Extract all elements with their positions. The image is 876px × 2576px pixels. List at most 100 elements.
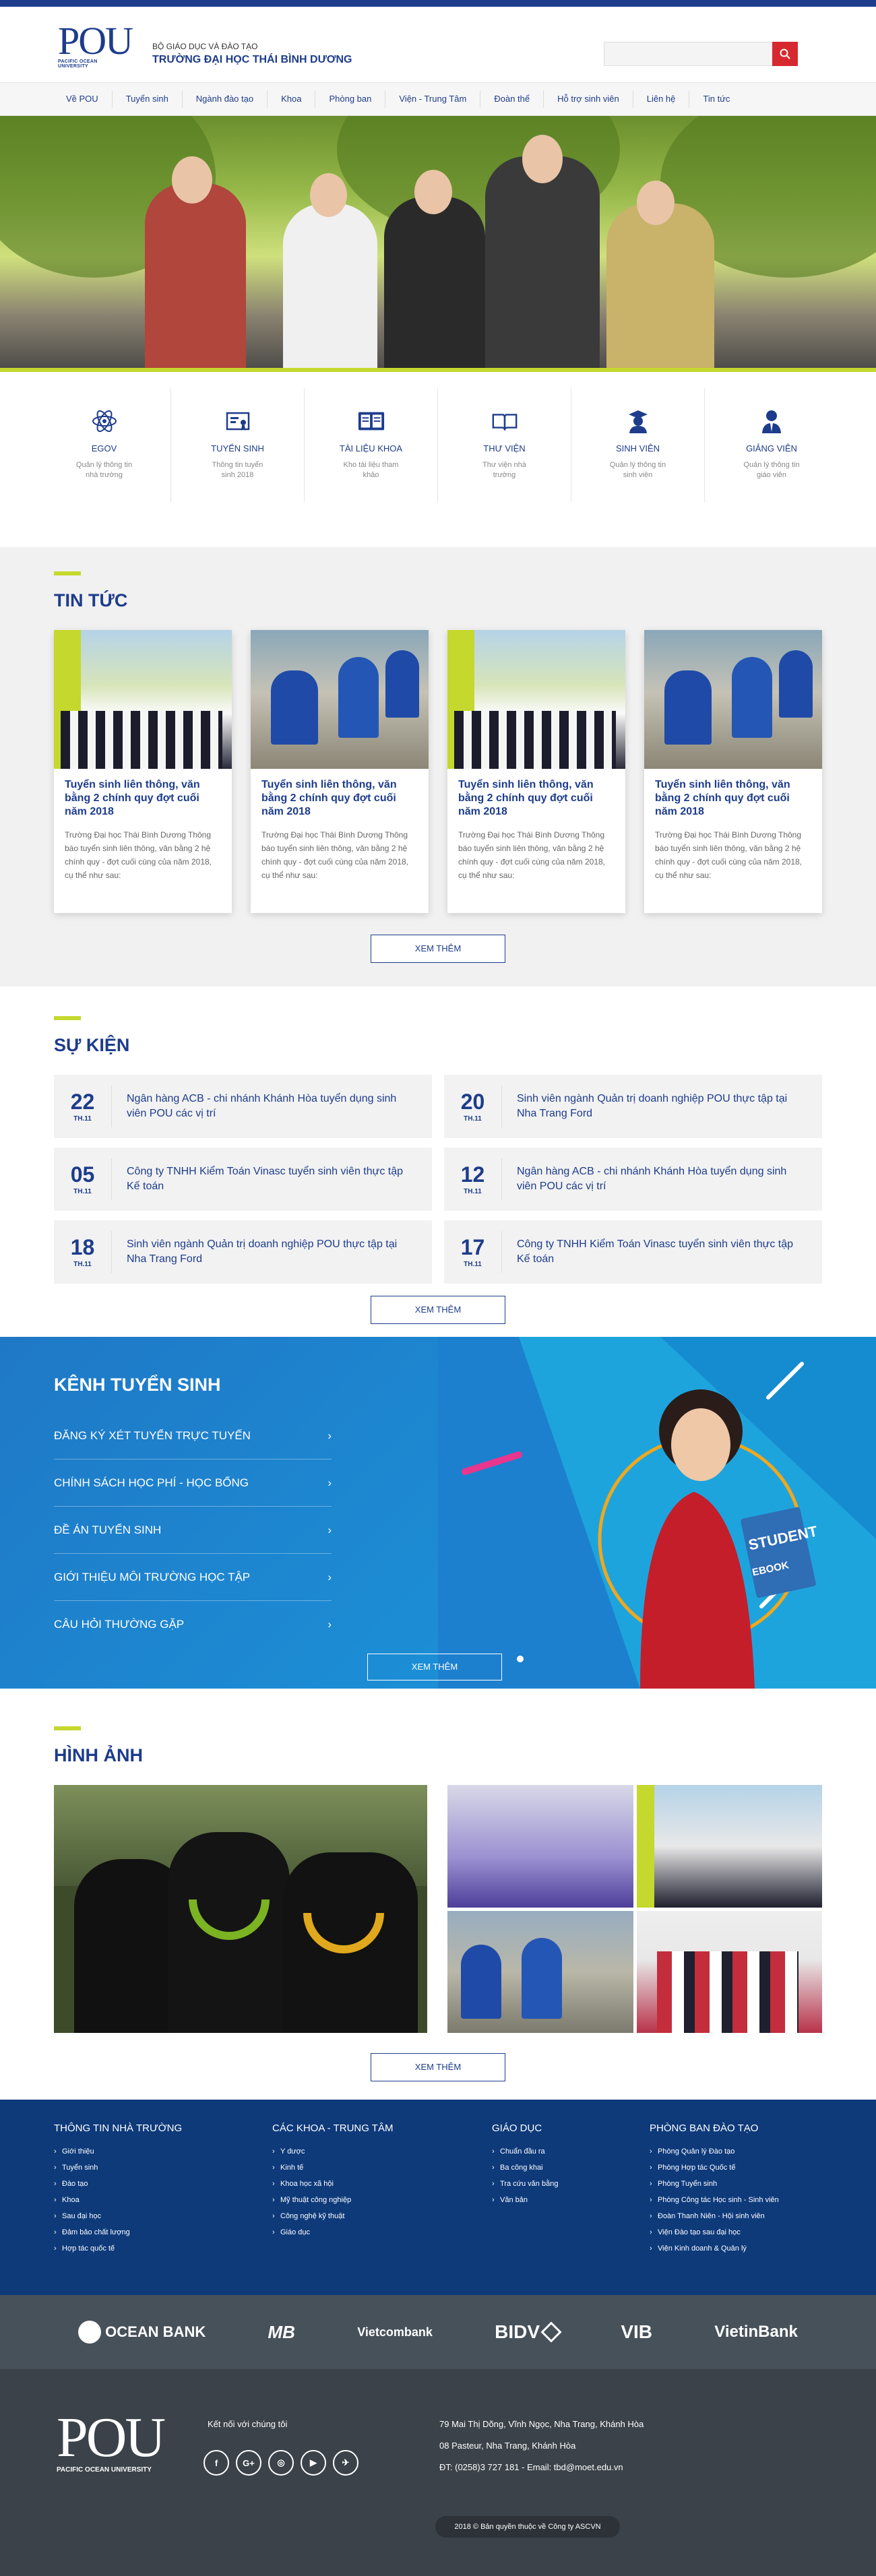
- footer-link[interactable]: Đoàn Thanh Niên - Hội sinh viên: [650, 2208, 845, 2224]
- footer-link[interactable]: Giáo dục: [272, 2224, 492, 2240]
- footer-link[interactable]: Kinh tế: [272, 2160, 492, 2176]
- gallery-image-main[interactable]: [54, 1785, 427, 2033]
- hero-banner: [0, 116, 876, 372]
- events-more-button[interactable]: XEM THÊM: [371, 1296, 505, 1324]
- partner-vietinbank[interactable]: VietinBank: [714, 2323, 798, 2342]
- bank-name: BIDV: [495, 2321, 540, 2342]
- service-tai-lieu-khoa[interactable]: TÀI LIỆU KHOA Kho tài liệu tham khảo: [305, 388, 438, 503]
- footer-link[interactable]: Khoa: [54, 2192, 272, 2208]
- nav-nganh-dao-tao[interactable]: Ngành đào tạo: [183, 82, 267, 116]
- event-title[interactable]: Công ty TNHH Kiểm Toán Vinasc tuyển sinh…: [112, 1164, 432, 1194]
- news-title[interactable]: Tuyển sinh liên thông, văn bằng 2 chính …: [447, 769, 625, 819]
- search-input[interactable]: [604, 42, 773, 65]
- footer-col-faculties: CÁC KHOA - TRUNG TÂM Y dược Kinh tế Khoa…: [272, 2123, 492, 2257]
- nav-vien-trung-tam[interactable]: Viện - Trung Tâm: [385, 82, 480, 116]
- event-item[interactable]: 05 TH.11 Công ty TNHH Kiểm Toán Vinasc tuy…: [54, 1148, 432, 1211]
- news-card[interactable]: Tuyển sinh liên thông, văn bằng 2 chính …: [644, 630, 822, 913]
- admission-more-button[interactable]: XEM THÊM: [367, 1654, 502, 1680]
- service-thu-vien[interactable]: THƯ VIỆN Thư viện nhà trường: [438, 388, 571, 503]
- footer-link[interactable]: Y dược: [272, 2143, 492, 2160]
- admission-link[interactable]: Chính sách học phí - học bổng ›: [54, 1459, 332, 1507]
- admission-link[interactable]: Câu hỏi thường gặp ›: [54, 1601, 332, 1648]
- service-giang-vien[interactable]: GIẢNG VIÊN Quản lý thông tin giáo viên: [705, 388, 838, 503]
- footer-link[interactable]: Tuyển sinh: [54, 2160, 272, 2176]
- search-button[interactable]: [772, 42, 798, 66]
- gallery-image[interactable]: [447, 1910, 633, 2033]
- admission-link[interactable]: Giới thiệu môi trường học tập ›: [54, 1554, 332, 1601]
- admission-link[interactable]: Đề án tuyển sinh ›: [54, 1507, 332, 1554]
- service-tuyen-sinh[interactable]: TUYỂN SINH Thông tin tuyển sinh 2018: [171, 388, 305, 503]
- nav-ve-pou[interactable]: Về POU: [53, 82, 112, 116]
- event-item[interactable]: 17 TH.11 Công ty TNHH Kiểm Toán Vinasc tuy…: [444, 1220, 822, 1284]
- event-item[interactable]: 22 TH.11 Ngân hàng ACB - chi nhánh Khánh H…: [54, 1075, 432, 1138]
- partner-oceanbank[interactable]: OCEAN BANK: [78, 2321, 206, 2344]
- nav-phong-ban[interactable]: Phòng ban: [315, 82, 385, 116]
- news-title[interactable]: Tuyển sinh liên thông, văn bằng 2 chính …: [644, 769, 822, 819]
- instagram-icon[interactable]: ◎: [268, 2450, 294, 2476]
- news-title[interactable]: Tuyển sinh liên thông, văn bằng 2 chính …: [54, 769, 232, 819]
- footer-link[interactable]: Giới thiệu: [54, 2143, 272, 2160]
- footer-link[interactable]: Đào tạo: [54, 2176, 272, 2192]
- service-egov[interactable]: EGOV Quản lý thông tin nhà trường: [38, 388, 171, 503]
- partner-vib[interactable]: VIB: [621, 2321, 652, 2343]
- news-title[interactable]: Tuyển sinh liên thông, văn bằng 2 chính …: [251, 769, 429, 819]
- event-title[interactable]: Sinh viên ngành Quản trị doanh nghiệp PO…: [112, 1237, 432, 1267]
- footer-link[interactable]: Phòng Tuyển sinh: [650, 2176, 845, 2192]
- footer-link[interactable]: Chuẩn đầu ra: [492, 2143, 650, 2160]
- gallery-image[interactable]: [636, 1910, 822, 2033]
- footer-link[interactable]: Mỹ thuật công nghiệp: [272, 2192, 492, 2208]
- pou-logo[interactable]: POU PACIFIC OCEAN UNIVERSITY: [58, 22, 133, 69]
- footer-link[interactable]: Phòng Hợp tác Quốc tế: [650, 2160, 845, 2176]
- footer-link[interactable]: Sau đại học: [54, 2208, 272, 2224]
- nav-doan-the[interactable]: Đoàn thể: [480, 82, 543, 116]
- service-sinh-vien[interactable]: SINH VIÊN Quản lý thông tin sinh viên: [571, 388, 705, 503]
- footer-link[interactable]: Phòng Công tác Học sinh - Sinh viên: [650, 2192, 845, 2208]
- google-plus-icon[interactable]: G+: [236, 2450, 261, 2476]
- news-card[interactable]: Tuyển sinh liên thông, văn bằng 2 chính …: [447, 630, 625, 913]
- facebook-icon[interactable]: f: [204, 2450, 229, 2476]
- footer-link[interactable]: Ba công khai: [492, 2160, 650, 2176]
- news-image: [251, 630, 429, 769]
- nav-tin-tuc[interactable]: Tin tức: [689, 82, 743, 116]
- photos-more-button[interactable]: XEM THÊM: [371, 2053, 505, 2081]
- footer-link[interactable]: Công nghệ kỹ thuật: [272, 2208, 492, 2224]
- footer-link[interactable]: Tra cứu văn bằng: [492, 2176, 650, 2192]
- teacher-icon: [757, 407, 786, 435]
- event-title[interactable]: Công ty TNHH Kiểm Toán Vinasc tuyển sinh…: [502, 1237, 822, 1267]
- news-card[interactable]: Tuyển sinh liên thông, văn bằng 2 chính …: [54, 630, 232, 913]
- footer-link[interactable]: Văn bản: [492, 2192, 650, 2208]
- oceanbank-logo-icon: [78, 2321, 102, 2344]
- footer-link[interactable]: Hợp tác quốc tế: [54, 2240, 272, 2257]
- event-item[interactable]: 18 TH.11 Sinh viên ngành Quản trị doanh ng…: [54, 1220, 432, 1284]
- event-item[interactable]: 12 TH.11 Ngân hàng ACB - chi nhánh Khánh H…: [444, 1148, 822, 1211]
- event-title[interactable]: Ngân hàng ACB - chi nhánh Khánh Hòa tuyể…: [112, 1092, 432, 1121]
- event-item[interactable]: 20 TH.11 Sinh viên ngành Quản trị doanh ng…: [444, 1075, 822, 1138]
- nav-lien-he[interactable]: Liên hệ: [633, 82, 689, 116]
- admission-link-label: Câu hỏi thường gặp: [54, 1618, 185, 1631]
- footer-link[interactable]: Viện Kinh doanh & Quản lý: [650, 2240, 845, 2257]
- admission-link[interactable]: Đăng ký xét tuyển trực tuyến ›: [54, 1412, 332, 1459]
- footer-link[interactable]: Khoa học xã hội: [272, 2176, 492, 2192]
- nav-tuyen-sinh[interactable]: Tuyển sinh: [113, 82, 182, 116]
- footer-link[interactable]: Đảm bảo chất lượng: [54, 2224, 272, 2240]
- hero-student: [606, 203, 714, 372]
- event-month: TH.11: [73, 1187, 92, 1195]
- gallery-image[interactable]: [636, 1785, 822, 1908]
- news-card[interactable]: Tuyển sinh liên thông, văn bằng 2 chính …: [251, 630, 429, 913]
- news-more-button[interactable]: XEM THÊM: [371, 935, 505, 963]
- partner-vietcombank[interactable]: Vietcombank: [357, 2325, 433, 2339]
- footer-logo[interactable]: POU PACIFIC OCEAN UNIVERSITY: [57, 2410, 166, 2474]
- nav-ho-tro-sinh-vien[interactable]: Hỗ trợ sinh viên: [544, 82, 633, 116]
- footer-link[interactable]: Viện Đào tạo sau đại học: [650, 2224, 845, 2240]
- partner-bidv[interactable]: BIDV: [495, 2321, 562, 2343]
- twitter-icon[interactable]: ✈: [333, 2450, 358, 2476]
- event-title[interactable]: Sinh viên ngành Quản trị doanh nghiệp PO…: [502, 1092, 822, 1121]
- footer-link[interactable]: Phòng Quản lý Đào tạo: [650, 2143, 845, 2160]
- nav-khoa[interactable]: Khoa: [268, 82, 315, 116]
- photos-section: HÌNH ẢNH XEM THÊM: [0, 1689, 876, 2100]
- youtube-icon[interactable]: ▶: [301, 2450, 326, 2476]
- service-desc: Thư viện nhà trường: [482, 461, 526, 479]
- event-title[interactable]: Ngân hàng ACB - chi nhánh Khánh Hòa tuyể…: [502, 1164, 822, 1194]
- partner-mb[interactable]: MB: [268, 2322, 295, 2343]
- gallery-image[interactable]: [447, 1785, 633, 1908]
